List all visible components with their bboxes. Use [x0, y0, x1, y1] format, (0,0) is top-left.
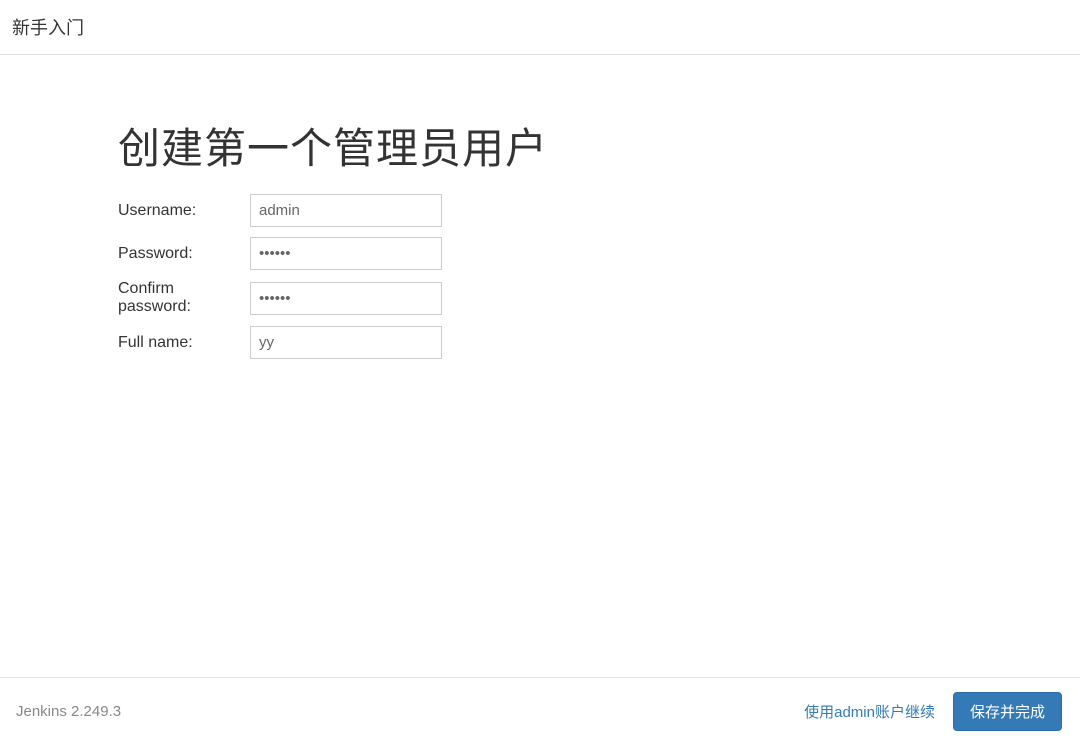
page-heading: 创建第一个管理员用户	[118, 115, 1080, 176]
header-title: 新手入门	[12, 18, 84, 38]
username-input[interactable]	[250, 194, 442, 227]
save-and-finish-button[interactable]: 保存并完成	[953, 692, 1062, 731]
fullname-label: Full name:	[118, 334, 250, 352]
footer-actions: 使用admin账户继续 保存并完成	[804, 692, 1062, 731]
page-footer: Jenkins 2.249.3 使用admin账户继续 保存并完成	[0, 677, 1080, 745]
confirm-password-label: Confirm password:	[118, 280, 250, 316]
password-row: Password:	[118, 237, 1080, 270]
confirm-password-row: Confirm password:	[118, 280, 1080, 316]
main-content: 创建第一个管理员用户 Username: Password: Confirm p…	[0, 55, 1080, 677]
username-row: Username:	[118, 194, 1080, 227]
username-label: Username:	[118, 202, 250, 220]
password-label: Password:	[118, 245, 250, 263]
continue-as-admin-link[interactable]: 使用admin账户继续	[804, 701, 935, 722]
password-input[interactable]	[250, 237, 442, 270]
confirm-password-input[interactable]	[250, 282, 442, 315]
fullname-row: Full name:	[118, 326, 1080, 359]
version-text: Jenkins 2.249.3	[16, 703, 121, 720]
fullname-input[interactable]	[250, 326, 442, 359]
page-header: 新手入门	[0, 0, 1080, 55]
